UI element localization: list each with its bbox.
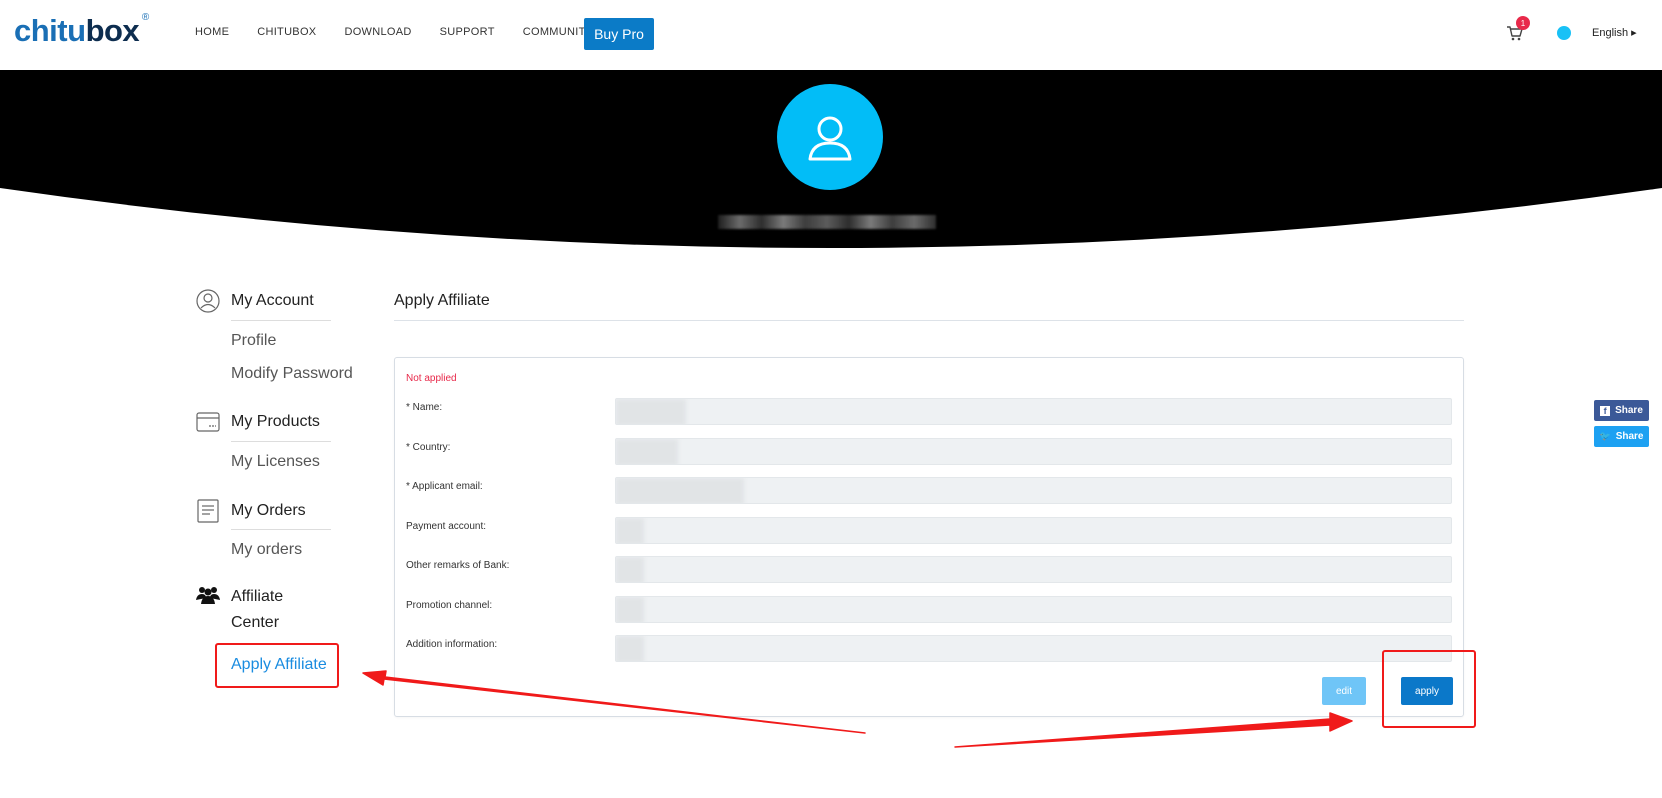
promotion-channel-input[interactable] bbox=[615, 596, 1452, 623]
document-icon bbox=[195, 498, 221, 524]
language-selector[interactable]: English ▸ bbox=[1592, 26, 1637, 39]
annotation-box-apply-button bbox=[1382, 650, 1476, 728]
annotation-arrow-right bbox=[954, 712, 1353, 748]
sidebar-title-my-account: My Account bbox=[231, 292, 314, 309]
divider bbox=[231, 529, 331, 530]
field-label-addition-information: Addition information: bbox=[406, 639, 498, 650]
annotation-box-apply-affiliate bbox=[215, 643, 339, 688]
cart-count-badge: 1 bbox=[1516, 16, 1530, 30]
facebook-icon: f bbox=[1600, 405, 1611, 416]
top-navbar: chitubox ® HOME CHITUBOX DOWNLOAD SUPPOR… bbox=[0, 0, 1662, 70]
field-label-payment-account: Payment account: bbox=[406, 521, 487, 532]
sidebar-title-affiliate-line2: Center bbox=[231, 614, 280, 631]
addition-information-input[interactable] bbox=[615, 635, 1452, 662]
nav-chitubox[interactable]: CHITUBOX bbox=[257, 26, 316, 38]
sidebar-my-orders: My Orders bbox=[195, 496, 306, 526]
status-label: Not applied bbox=[406, 373, 457, 384]
nav-download[interactable]: DOWNLOAD bbox=[344, 26, 411, 38]
user-avatar-icon[interactable] bbox=[1557, 26, 1571, 40]
sidebar-title-affiliate-line1: Affiliate bbox=[231, 588, 284, 605]
sidebar-title-my-orders: My Orders bbox=[231, 502, 306, 519]
sidebar-item-modify-password[interactable]: Modify Password bbox=[231, 365, 353, 383]
users-icon bbox=[195, 584, 221, 606]
profile-avatar bbox=[777, 84, 883, 190]
bank-remarks-input[interactable] bbox=[615, 556, 1452, 583]
nav-community[interactable]: COMMUNITY bbox=[523, 26, 594, 38]
field-label-country: * Country: bbox=[406, 442, 451, 453]
divider bbox=[231, 320, 331, 321]
applicant-email-input[interactable] bbox=[615, 477, 1452, 504]
nav-support[interactable]: SUPPORT bbox=[440, 26, 495, 38]
twitter-share-button[interactable]: 🐦 Share bbox=[1594, 426, 1649, 447]
logo-text: chitubox bbox=[14, 13, 140, 48]
divider bbox=[231, 441, 331, 442]
edit-button[interactable]: edit bbox=[1322, 677, 1366, 705]
page-title: Apply Affiliate bbox=[394, 292, 490, 309]
blurred-value bbox=[616, 557, 644, 582]
blurred-username bbox=[718, 215, 936, 229]
twitter-share-label: Share bbox=[1615, 431, 1644, 442]
blurred-value bbox=[616, 439, 678, 464]
field-label-name: * Name: bbox=[406, 402, 443, 413]
user-icon bbox=[808, 116, 852, 161]
country-input[interactable] bbox=[615, 438, 1452, 465]
user-circle-icon bbox=[195, 288, 221, 314]
facebook-share-button[interactable]: f Share bbox=[1594, 400, 1649, 421]
sidebar-affiliate-center: Affiliate Center bbox=[195, 584, 283, 636]
sidebar-item-my-licenses[interactable]: My Licenses bbox=[231, 453, 320, 471]
facebook-share-label: Share bbox=[1615, 405, 1643, 416]
caret-right-icon: ▸ bbox=[1631, 27, 1637, 39]
field-label-applicant-email: * Applicant email: bbox=[406, 481, 483, 492]
sidebar-title-my-products: My Products bbox=[231, 413, 320, 430]
blurred-value bbox=[616, 518, 644, 543]
buy-pro-button[interactable]: Buy Pro bbox=[584, 18, 654, 50]
chitubox-logo[interactable]: chitubox ® bbox=[14, 12, 149, 48]
blurred-value bbox=[616, 597, 644, 622]
field-label-promotion-channel: Promotion channel: bbox=[406, 600, 493, 611]
name-input[interactable] bbox=[615, 398, 1452, 425]
sidebar-my-products: My Products bbox=[195, 407, 320, 437]
twitter-icon: 🐦 bbox=[1599, 431, 1611, 441]
blurred-value bbox=[616, 478, 744, 503]
card-icon bbox=[195, 409, 221, 435]
payment-account-input[interactable] bbox=[615, 517, 1452, 544]
title-divider bbox=[394, 320, 1464, 321]
language-label: English bbox=[1592, 27, 1629, 39]
main-nav: HOME CHITUBOX DOWNLOAD SUPPORT COMMUNITY bbox=[195, 26, 621, 38]
blurred-value bbox=[616, 636, 644, 661]
nav-home[interactable]: HOME bbox=[195, 26, 229, 38]
field-label-bank-remarks: Other remarks of Bank: bbox=[406, 560, 510, 571]
logo-registered-mark: ® bbox=[141, 12, 150, 23]
sidebar-item-profile[interactable]: Profile bbox=[231, 332, 276, 350]
sidebar-my-account: My Account bbox=[195, 286, 314, 316]
sidebar-item-my-orders[interactable]: My orders bbox=[231, 541, 302, 559]
blurred-value bbox=[616, 399, 686, 424]
